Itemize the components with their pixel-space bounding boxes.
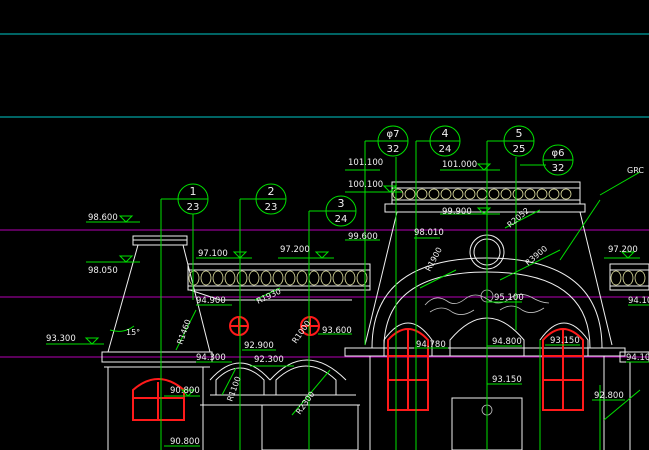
callout-3-sheet: 24	[335, 214, 348, 225]
elevation-label: 100.100	[348, 180, 383, 190]
baluster	[440, 188, 452, 200]
callout-4-sheet: 24	[439, 144, 452, 155]
baluster	[224, 270, 236, 286]
elevation-label: 98.600	[88, 213, 118, 223]
elevation-label: 93.300	[46, 334, 76, 344]
baluster	[188, 270, 200, 286]
reference-lines	[0, 33, 649, 358]
elevation-label: 97.200	[608, 245, 638, 255]
elevation-label: 101.000	[442, 160, 477, 170]
callout-4-number: 4	[442, 127, 449, 140]
elevation-labels: 98.600 98.050 93.300 97.100 97.200 101.1…	[46, 158, 649, 447]
elevation-label: 93.150	[492, 375, 522, 385]
cad-elevation-drawing: 1 23 2 23 3 24 φ7 32 4 24 5 25 φ6 32 98.…	[0, 0, 649, 450]
elevation-label: 94.300	[196, 353, 226, 363]
baluster	[488, 188, 500, 200]
baluster	[344, 270, 356, 286]
baluster	[416, 188, 428, 200]
baluster	[200, 270, 212, 286]
baluster	[622, 270, 634, 286]
callout-1-sheet: 23	[187, 202, 200, 213]
elevation-label: 93.150	[550, 336, 580, 346]
callout-7-number: φ7	[387, 129, 400, 140]
note-radius: R1460	[175, 318, 192, 345]
elevation-label: 99.900	[442, 207, 472, 217]
callout-7-sheet: 32	[387, 144, 400, 155]
top-balustrade	[391, 181, 581, 205]
note-grc: GRC	[627, 166, 644, 175]
baluster	[452, 188, 464, 200]
baluster	[428, 188, 440, 200]
elevation-label: 98.010	[414, 228, 444, 238]
elevation-label: 94.800	[492, 337, 522, 347]
baluster	[212, 270, 224, 286]
elevation-label: 90.800	[170, 386, 200, 396]
baluster	[524, 188, 536, 200]
left-cone-roof	[107, 244, 211, 353]
elevation-label: 93.600	[322, 326, 352, 336]
callout-1-number: 1	[190, 185, 197, 198]
note-radius: R2052	[506, 206, 532, 230]
elevation-label: 92.800	[594, 391, 624, 401]
baluster	[634, 270, 646, 286]
baluster	[260, 270, 272, 286]
baluster	[404, 188, 416, 200]
baluster	[236, 270, 248, 286]
baluster	[560, 188, 572, 200]
central-roof-slope	[364, 211, 613, 346]
diagonal-leader	[599, 171, 641, 196]
baluster	[272, 270, 284, 286]
elevation-triangle	[314, 251, 330, 259]
baluster	[392, 188, 404, 200]
diagonal-leader	[419, 269, 457, 289]
callout-5-number: 5	[516, 127, 523, 140]
elevation-triangle	[84, 337, 100, 345]
baluster	[248, 270, 260, 286]
elevation-label: 97.100	[198, 249, 228, 259]
elevation-label: 92.900	[244, 341, 274, 351]
elevation-label: 94.900	[196, 296, 226, 306]
callout-3-number: 3	[338, 197, 345, 210]
baluster	[464, 188, 476, 200]
baluster	[476, 188, 488, 200]
elevation-triangle	[118, 215, 134, 223]
elevation-triangle	[118, 255, 134, 263]
callout-5-sheet: 25	[513, 144, 526, 155]
elevation-label: 90.800	[170, 437, 200, 447]
elevation-label: 94.10	[628, 296, 649, 306]
elevation-label: 95.100	[494, 293, 524, 303]
baluster	[610, 270, 622, 286]
elevation-label: 94.780	[416, 340, 446, 350]
dormer-balcony	[261, 404, 359, 450]
baluster	[548, 188, 560, 200]
callout-6-number: φ6	[552, 148, 565, 159]
callout-text: 1 23 2 23 3 24 φ7 32 4 24 5 25 φ6 32	[187, 127, 565, 225]
elevation-triangle	[476, 163, 492, 171]
elevation-label: 92.300	[254, 355, 284, 365]
elevation-triangle	[476, 207, 492, 215]
note-radius: R3900	[524, 244, 550, 268]
elevation-label: 97.200	[280, 245, 310, 255]
elevation-label: 99.600	[348, 232, 378, 242]
elevation-label: 101.100	[348, 158, 383, 168]
baluster	[296, 270, 308, 286]
callout-2-number: 2	[268, 185, 275, 198]
baluster	[308, 270, 320, 286]
elevation-label: 94.10	[626, 353, 649, 363]
elevation-label: 98.050	[88, 266, 118, 276]
dormer-arch	[275, 365, 337, 395]
note-radius: R2300	[294, 390, 316, 416]
note-radius: R1900	[424, 246, 444, 273]
baluster	[536, 188, 548, 200]
baluster	[500, 188, 512, 200]
callout-2-sheet: 23	[265, 202, 278, 213]
baluster	[332, 270, 344, 286]
baluster	[320, 270, 332, 286]
baluster	[284, 270, 296, 286]
note-angle: 15°	[126, 328, 140, 337]
callout-6-sheet: 32	[552, 163, 565, 174]
baluster	[512, 188, 524, 200]
